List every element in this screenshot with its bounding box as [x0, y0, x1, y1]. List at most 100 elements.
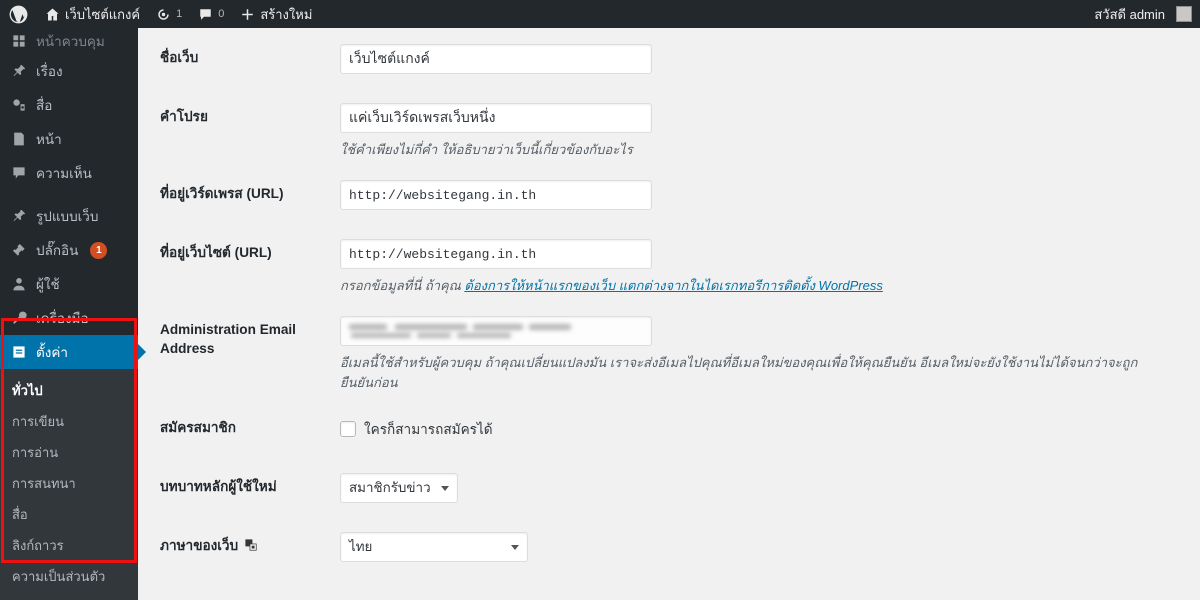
field-site-title	[340, 28, 1200, 78]
row-site-title: ชื่อเว็บ	[138, 28, 1200, 87]
sidebar-item-media[interactable]: สื่อ	[0, 88, 138, 122]
sidebar-item-comments[interactable]: ความเห็น	[0, 156, 138, 190]
row-default-role: บทบาทหลักผู้ใช้ใหม่ สมาชิกรับข่าว	[138, 457, 1200, 516]
label-site-title: ชื่อเว็บ	[160, 50, 199, 65]
media-icon	[10, 96, 28, 114]
updates-icon	[156, 7, 171, 22]
site-language-select[interactable]: ไทย	[340, 531, 528, 562]
sidebar-item-label: เรื่อง	[36, 64, 63, 79]
tools-icon	[10, 309, 28, 327]
user-icon	[10, 275, 28, 293]
account-menu[interactable]: สวัสดี admin	[1086, 0, 1200, 28]
appearance-icon	[10, 207, 28, 225]
sidebar-item-label: สื่อ	[36, 98, 53, 113]
avatar	[1176, 6, 1192, 22]
field-default-role: สมาชิกรับข่าว	[340, 457, 1200, 507]
label-admin-email: Administration Email Address	[160, 322, 296, 357]
row-wp-address: ที่อยู่เวิร์ดเพรส (URL)	[138, 164, 1200, 223]
label-site-language: ภาษาของเว็บ	[138, 516, 340, 564]
admin-email-description: อีเมลนี้ใช้สำหรับผู้ควบคุม ถ้าคุณเปลี่ยน…	[340, 355, 1138, 391]
label-default-role: บทบาทหลักผู้ใช้ใหม่	[160, 478, 277, 494]
new-content-label: สร้างใหม่	[260, 6, 313, 22]
submenu-item-media[interactable]: สื่อ	[0, 499, 138, 530]
home-icon	[45, 7, 60, 22]
site-name-menu[interactable]: เว็บไซต์แกงค์	[37, 0, 148, 28]
comments-button[interactable]: 0	[190, 0, 232, 28]
sidebar-item-label: ความเห็น	[36, 166, 92, 181]
label-tagline: คำโปรย	[160, 109, 208, 125]
comments-count: 0	[218, 8, 225, 20]
sidebar-item-label: หน้า	[36, 132, 62, 147]
label-membership: สมัครสมาชิก	[160, 419, 237, 435]
sidebar-item-label: ผู้ใช้	[36, 277, 60, 292]
site-language-label-wrap: ภาษาของเว็บ	[160, 536, 330, 555]
sidebar-item-appearance[interactable]: รูปแบบเว็บ	[0, 199, 138, 233]
settings-icon	[10, 343, 28, 361]
site-language-label: ภาษาของเว็บ	[160, 537, 239, 553]
submenu-item-privacy[interactable]: ความเป็นส่วนตัว	[0, 561, 138, 592]
row-site-address: ที่อยู่เว็บไซต์ (URL) กรอกข้อมูลที่นี่ ถ…	[138, 223, 1200, 300]
admin-bar: เว็บไซต์แกงค์ 1 0 สร้างใหม่ สวัสดี admin	[0, 0, 1200, 28]
submenu-item-reading[interactable]: การอ่าน	[0, 437, 138, 468]
sidebar-item-label: ปลั๊กอิน	[36, 243, 79, 258]
label-site-address: ที่อยู่เว็บไซต์ (URL)	[160, 245, 272, 261]
sidebar-item-settings[interactable]: ตั้งค่า	[0, 335, 146, 369]
field-site-language: ไทย	[340, 516, 1200, 564]
field-wp-address	[340, 164, 1200, 214]
chevron-down-icon	[440, 485, 449, 491]
admin-email-wrapper	[340, 316, 652, 347]
sidebar-item-label: หน้าควบคุม	[36, 34, 105, 49]
updates-button[interactable]: 1	[148, 0, 190, 28]
wp-address-input[interactable]	[340, 180, 652, 211]
sidebar-item-users[interactable]: ผู้ใช้	[0, 267, 138, 301]
chevron-down-icon	[511, 544, 519, 550]
field-admin-email: อีเมลนี้ใช้สำหรับผู้ควบคุม ถ้าคุณเปลี่ยน…	[340, 300, 1200, 397]
site-address-description: กรอกข้อมูลที่นี่ ถ้าคุณ ต้องการให้หน้าแร…	[340, 276, 1160, 296]
wordpress-logo-icon	[9, 5, 28, 24]
membership-checkbox-label: ใครก็สามารถสมัครได้	[364, 421, 493, 437]
greeting-label: สวัสดี admin	[1094, 6, 1165, 22]
sidebar-item-tools[interactable]: เครื่องมือ	[0, 301, 138, 335]
row-admin-email: Administration Email Address อีเมลนี้ใช้…	[138, 300, 1200, 397]
tagline-description: ใช้คำเพียงไม่กี่คำ ให้อธิบายว่าเว็บนี้เก…	[340, 142, 633, 158]
site-language-value: ไทย	[349, 539, 373, 555]
admin-sidebar: หน้าควบคุม เรื่อง สื่อ หน้า ความเห็น รูป…	[0, 0, 146, 600]
site-title-input[interactable]	[340, 44, 652, 74]
site-address-input[interactable]	[340, 239, 652, 270]
submenu-item-general[interactable]: ทั่วไป	[0, 375, 138, 406]
sidebar-item-label: เครื่องมือ	[36, 311, 89, 326]
site-address-help-link[interactable]: ต้องการให้หน้าแรกของเว็บ แตกต่างจากในไดเ…	[464, 278, 882, 293]
default-role-value: สมาชิกรับข่าว	[349, 480, 431, 496]
plugin-update-badge: 1	[90, 241, 108, 259]
wordpress-logo-button[interactable]	[0, 0, 37, 28]
page-icon	[10, 130, 28, 148]
updates-count: 1	[176, 8, 183, 20]
field-site-address: กรอกข้อมูลที่นี่ ถ้าคุณ ต้องการให้หน้าแร…	[340, 223, 1200, 300]
membership-checkbox-row[interactable]: ใครก็สามารถสมัครได้	[340, 414, 1190, 440]
site-address-description-text: กรอกข้อมูลที่นี่ ถ้าคุณ	[340, 278, 465, 294]
sidebar-item-pages[interactable]: หน้า	[0, 122, 138, 156]
tagline-input[interactable]	[340, 103, 652, 134]
row-membership: สมัครสมาชิก ใครก็สามารถสมัครได้	[138, 398, 1200, 457]
sidebar-separator	[0, 190, 138, 199]
sidebar-item-label: รูปแบบเว็บ	[36, 209, 99, 224]
sidebar-item-dashboard[interactable]: หน้าควบคุม	[0, 28, 138, 54]
settings-submenu: ทั่วไป การเขียน การอ่าน การสนทนา สื่อ ลิ…	[0, 369, 138, 600]
default-role-select[interactable]: สมาชิกรับข่าว	[340, 472, 458, 503]
submenu-item-writing[interactable]: การเขียน	[0, 406, 138, 437]
field-tagline: ใช้คำเพียงไม่กี่คำ ให้อธิบายว่าเว็บนี้เก…	[340, 87, 1200, 164]
dashboard-icon	[10, 32, 28, 50]
new-content-button[interactable]: สร้างใหม่	[232, 0, 320, 28]
sidebar-item-posts[interactable]: เรื่อง	[0, 54, 138, 88]
comment-bubble-icon	[198, 7, 213, 22]
admin-email-input[interactable]	[340, 316, 652, 347]
settings-general-content: ชื่อเว็บ คำโปรย ใช้คำเพียงไม่กี่คำ ให้อธ…	[138, 28, 1200, 564]
membership-checkbox[interactable]	[340, 420, 356, 437]
label-wp-address: ที่อยู่เวิร์ดเพรส (URL)	[160, 186, 284, 202]
submenu-item-discussion[interactable]: การสนทนา	[0, 468, 138, 499]
submenu-item-permalinks[interactable]: ลิงก์ถาวร	[0, 530, 138, 561]
plugin-icon	[10, 241, 28, 259]
row-site-language: ภาษาของเว็บ ไทย	[138, 516, 1200, 564]
sidebar-item-label: ตั้งค่า	[36, 345, 68, 360]
sidebar-item-plugins[interactable]: ปลั๊กอิน 1	[0, 233, 138, 267]
